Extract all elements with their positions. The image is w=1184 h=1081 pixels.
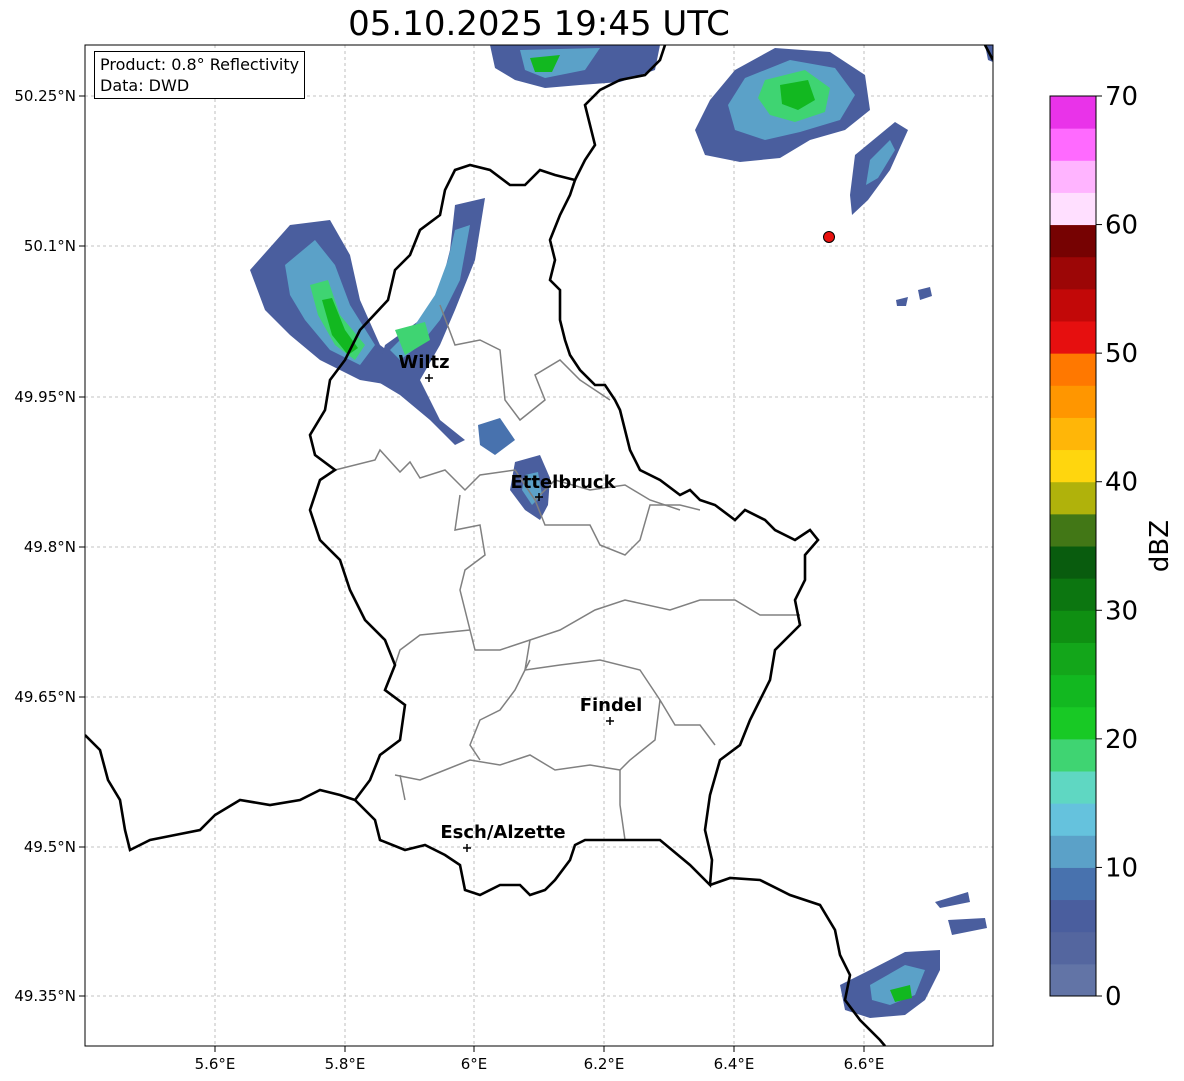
colorbar-segment	[1050, 610, 1096, 643]
colorbar-segment	[1050, 738, 1096, 772]
product-info-box: Product: 0.8° Reflectivity Data: DWD	[94, 51, 306, 99]
colorbar-segment	[1050, 899, 1096, 933]
colorbar-segment	[1050, 481, 1096, 515]
colorbar-segment	[1050, 674, 1096, 708]
colorbar-segment	[1050, 803, 1096, 836]
data-source-text: Data: DWD	[100, 76, 190, 95]
city-label: Wiltz	[398, 352, 449, 373]
lat-tick-label: 50.25°N	[14, 87, 76, 105]
colorbar-tick-label: 70	[1105, 82, 1138, 112]
colorbar-segment	[1050, 160, 1096, 193]
lon-tick-label: 5.8°E	[325, 1055, 366, 1073]
echo-wiltz-arm	[375, 198, 515, 455]
radar-map: 5.6°E 5.8°E 6°E 6.2°E 6.4°E 6.6°E 50.25°…	[14, 44, 1175, 1073]
lat-tick-label: 49.95°N	[14, 388, 76, 406]
city-label: Esch/Alzette	[440, 822, 565, 843]
city-marker-icon	[606, 717, 614, 725]
colorbar-segment	[1050, 385, 1096, 418]
colorbar-segment	[1050, 546, 1096, 579]
colorbar-tick-label: 30	[1105, 596, 1138, 626]
lon-tick-label: 6.6°E	[844, 1055, 885, 1073]
echo-ne-cell	[695, 48, 932, 306]
radar-site-marker	[823, 231, 835, 243]
lat-tick-label: 49.65°N	[14, 688, 76, 706]
colorbar-segment	[1050, 353, 1096, 386]
colorbar-segment	[1050, 192, 1096, 226]
colorbar-tick-label: 20	[1105, 725, 1138, 755]
colorbar-segment	[1050, 449, 1096, 483]
echo-se-cell	[840, 892, 987, 1018]
colorbar-segment	[1050, 771, 1096, 804]
colorbar-segment	[1050, 931, 1096, 965]
longitude-ticks	[214, 1046, 865, 1052]
lon-tick-label: 6.2°E	[584, 1055, 625, 1073]
colorbar-segment	[1050, 224, 1096, 258]
colorbar-segment	[1050, 96, 1096, 129]
city-findel: Findel	[580, 695, 643, 725]
colorbar-segment	[1050, 963, 1096, 997]
colorbar-label: dBZ	[1145, 520, 1175, 572]
lon-tick-label: 6.4°E	[714, 1055, 755, 1073]
colorbar-segment	[1050, 867, 1096, 901]
city-marker-icon	[425, 374, 433, 382]
lat-tick-label: 50.1°N	[24, 237, 76, 255]
colorbar-tick-label: 0	[1105, 982, 1122, 1012]
colorbar-segment	[1050, 417, 1096, 451]
colorbar-segment	[1050, 513, 1096, 547]
city-marker-icon	[463, 844, 471, 852]
lon-tick-label: 5.6°E	[195, 1055, 236, 1073]
colorbar-segment	[1050, 578, 1096, 611]
colorbar-ticks: 0 10 20 30 40 50 60 70	[1096, 82, 1138, 1012]
echo-nw-cell	[250, 220, 400, 385]
city-markers: Wiltz Ettelbruck Findel Esch/Alzette	[398, 352, 642, 852]
lat-tick-label: 49.35°N	[14, 987, 76, 1005]
product-text: Product: 0.8° Reflectivity	[100, 55, 300, 74]
colorbar-tick-label: 50	[1105, 339, 1138, 369]
colorbar-segment	[1050, 642, 1096, 676]
latitude-ticks	[79, 95, 85, 997]
city-esch-alzette: Esch/Alzette	[440, 822, 566, 852]
colorbar-segment	[1050, 835, 1096, 868]
colorbar-tick-label: 40	[1105, 468, 1138, 498]
city-label: Findel	[580, 695, 643, 716]
colorbar-segment	[1050, 321, 1096, 354]
colorbar-segment	[1050, 128, 1096, 161]
colorbar-tick-label: 10	[1105, 853, 1138, 883]
colorbar-tick-label: 60	[1105, 211, 1138, 241]
colorbar	[1050, 96, 1096, 997]
colorbar-segment	[1050, 706, 1096, 740]
city-label: Ettelbruck	[510, 472, 616, 493]
lat-tick-label: 49.5°N	[24, 838, 76, 856]
colorbar-segment	[1050, 288, 1096, 322]
lon-tick-label: 6°E	[461, 1055, 488, 1073]
colorbar-segment	[1050, 256, 1096, 290]
lat-tick-label: 49.8°N	[24, 538, 76, 556]
